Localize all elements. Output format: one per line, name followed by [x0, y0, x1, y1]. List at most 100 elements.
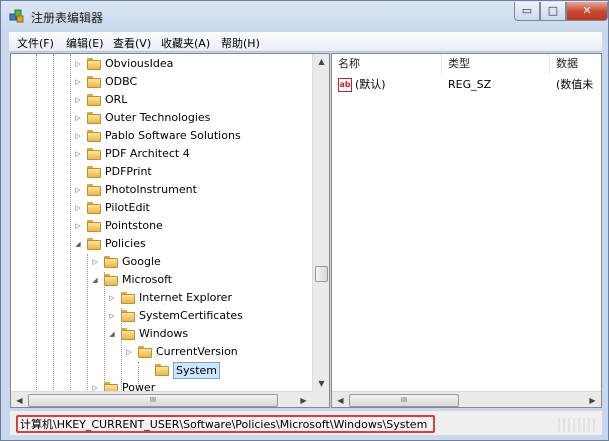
- menu-bar: 文件(F) 编辑(E) 查看(V) 收藏夹(A) 帮助(H): [9, 32, 602, 52]
- tree-node-label: CurrentVersion: [156, 345, 238, 358]
- scroll-down-arrow-icon[interactable]: ▼: [313, 379, 329, 388]
- folder-icon: [87, 184, 101, 196]
- scrollbar-corner: [312, 391, 329, 407]
- scroll-right-arrow-icon[interactable]: ▶: [584, 396, 601, 405]
- tree-node[interactable]: PDFPrint: [11, 163, 311, 181]
- window-title: 注册表编辑器: [31, 11, 104, 25]
- tree-guide-line: [121, 308, 122, 398]
- menu-edit[interactable]: 编辑(E): [66, 35, 104, 51]
- tree-node[interactable]: ▷ Google: [11, 253, 311, 271]
- tree-vertical-scrollbar[interactable]: ▲ ▼: [312, 54, 329, 391]
- expand-arrow-icon[interactable]: ▷: [74, 132, 82, 140]
- tree-horizontal-scrollbar[interactable]: ◀ III ▶: [11, 391, 312, 407]
- folder-icon: [87, 94, 101, 106]
- scroll-right-arrow-icon[interactable]: ▶: [295, 396, 312, 405]
- tree-horizontal-scroll-thumb[interactable]: III: [28, 394, 278, 407]
- values-horizontal-scroll-thumb[interactable]: III: [349, 394, 459, 407]
- tree-node-label: Pablo Software Solutions: [105, 129, 241, 142]
- expand-arrow-icon[interactable]: ▷: [74, 96, 82, 104]
- tree-node-label: PDF Architect 4: [105, 147, 190, 160]
- scroll-left-arrow-icon[interactable]: ◀: [11, 396, 28, 405]
- tree-node[interactable]: ▷ ODBC: [11, 73, 311, 91]
- folder-icon: [87, 58, 101, 70]
- expand-arrow-icon: [74, 168, 82, 176]
- collapse-arrow-icon[interactable]: ◢: [108, 330, 116, 338]
- string-value-icon: ab: [338, 78, 352, 92]
- collapse-arrow-icon[interactable]: ◢: [91, 276, 99, 284]
- folder-icon: [87, 220, 101, 232]
- tree-guide-line: [138, 362, 139, 388]
- folder-icon: [121, 292, 135, 304]
- expand-arrow-icon[interactable]: ▷: [74, 186, 82, 194]
- tree-node[interactable]: ◢ Microsoft: [11, 271, 311, 289]
- tree-node[interactable]: ▷ Internet Explorer: [11, 289, 311, 307]
- tree-node-label: ORL: [105, 93, 128, 106]
- expand-arrow-icon[interactable]: ▷: [74, 60, 82, 68]
- column-header-name[interactable]: 名称: [332, 54, 442, 74]
- key-tree-pane[interactable]: ▷ ObviousIdea ▷ ODBC ▷ ORL ▷ Outer Technologies…: [10, 53, 330, 408]
- tree-node[interactable]: ▷ ObviousIdea: [11, 55, 311, 73]
- tree-node-label: ODBC: [105, 75, 138, 88]
- resize-grip[interactable]: [558, 418, 598, 432]
- tree-node-label: System: [173, 362, 221, 379]
- menu-file[interactable]: 文件(F): [17, 35, 54, 51]
- scroll-left-arrow-icon[interactable]: ◀: [332, 396, 349, 405]
- tree-node-label: Microsoft: [122, 273, 173, 286]
- folder-icon: [87, 76, 101, 88]
- expand-arrow-icon[interactable]: ▷: [74, 150, 82, 158]
- folder-icon: [138, 346, 152, 358]
- menu-help[interactable]: 帮助(H): [221, 35, 260, 51]
- expand-arrow-icon[interactable]: ▷: [74, 222, 82, 230]
- folder-icon: [87, 238, 101, 250]
- tree-guide-line: [53, 54, 54, 394]
- registry-editor-window: 注册表编辑器 ▭ □ ✕ 文件(F) 编辑(E) 查看(V) 收藏夹(A) 帮助…: [0, 0, 609, 441]
- close-button[interactable]: ✕: [566, 2, 608, 21]
- value-data: (数值未设置): [556, 78, 594, 91]
- tree-node-label: Google: [122, 255, 161, 268]
- current-key-path: 计算机\HKEY_CURRENT_USER\Software\Policies\…: [16, 415, 436, 433]
- folder-icon: [121, 310, 135, 322]
- expand-arrow-icon[interactable]: ▷: [108, 312, 116, 320]
- maximize-button[interactable]: □: [540, 2, 566, 21]
- tree-node[interactable]: ▷ PilotEdit: [11, 199, 311, 217]
- expand-arrow-icon[interactable]: ▷: [74, 204, 82, 212]
- tree-node-label: Policies: [105, 237, 146, 250]
- tree-guide-line: [87, 254, 88, 394]
- values-horizontal-scrollbar[interactable]: ◀ III ▶: [332, 391, 601, 407]
- tree-node[interactable]: ▷ Outer Technologies: [11, 109, 311, 127]
- menu-view[interactable]: 查看(V): [113, 35, 151, 51]
- value-type: REG_SZ: [448, 78, 492, 91]
- values-pane[interactable]: 名称 类型 数据 ab (默认) REG_SZ (数值未设置) ◀ III ▶: [331, 53, 602, 408]
- folder-icon: [87, 148, 101, 160]
- tree-node[interactable]: ▷ Pointstone: [11, 217, 311, 235]
- expand-arrow-icon[interactable]: ▷: [125, 348, 133, 356]
- tree-node-label: Pointstone: [105, 219, 163, 232]
- collapse-arrow-icon[interactable]: ◢: [74, 240, 82, 248]
- expand-arrow-icon: [142, 366, 150, 374]
- menu-favorites[interactable]: 收藏夹(A): [161, 35, 210, 51]
- tree-node[interactable]: ▷ PhotoInstrument: [11, 181, 311, 199]
- tree-vertical-scroll-thumb[interactable]: [315, 266, 328, 282]
- expand-arrow-icon[interactable]: ▷: [108, 294, 116, 302]
- tree-node[interactable]: ▷ CurrentVersion: [11, 343, 311, 361]
- tree-node[interactable]: ▷ ORL: [11, 91, 311, 109]
- expand-arrow-icon[interactable]: ▷: [91, 258, 99, 266]
- expand-arrow-icon[interactable]: ▷: [74, 114, 82, 122]
- minimize-button[interactable]: ▭: [514, 2, 540, 21]
- folder-icon: [104, 274, 118, 286]
- tree-guide-line: [104, 272, 105, 402]
- scroll-up-arrow-icon[interactable]: ▲: [313, 57, 329, 66]
- title-bar[interactable]: 注册表编辑器 ▭ □ ✕: [1, 1, 608, 31]
- tree-node-label: Internet Explorer: [139, 291, 232, 304]
- tree-node[interactable]: ◢ Policies: [11, 235, 311, 253]
- column-header-data[interactable]: 数据: [550, 54, 601, 74]
- tree-node[interactable]: ◢ Windows: [11, 325, 311, 343]
- tree-node[interactable]: ▷ PDF Architect 4: [11, 145, 311, 163]
- tree-node-label: PhotoInstrument: [105, 183, 197, 196]
- column-header-type[interactable]: 类型: [442, 54, 550, 74]
- expand-arrow-icon[interactable]: ▷: [74, 78, 82, 86]
- tree-node[interactable]: System: [11, 361, 311, 379]
- tree-node[interactable]: ▷ Pablo Software Solutions: [11, 127, 311, 145]
- tree-node-label: Windows: [139, 327, 189, 340]
- tree-node[interactable]: ▷ SystemCertificates: [11, 307, 311, 325]
